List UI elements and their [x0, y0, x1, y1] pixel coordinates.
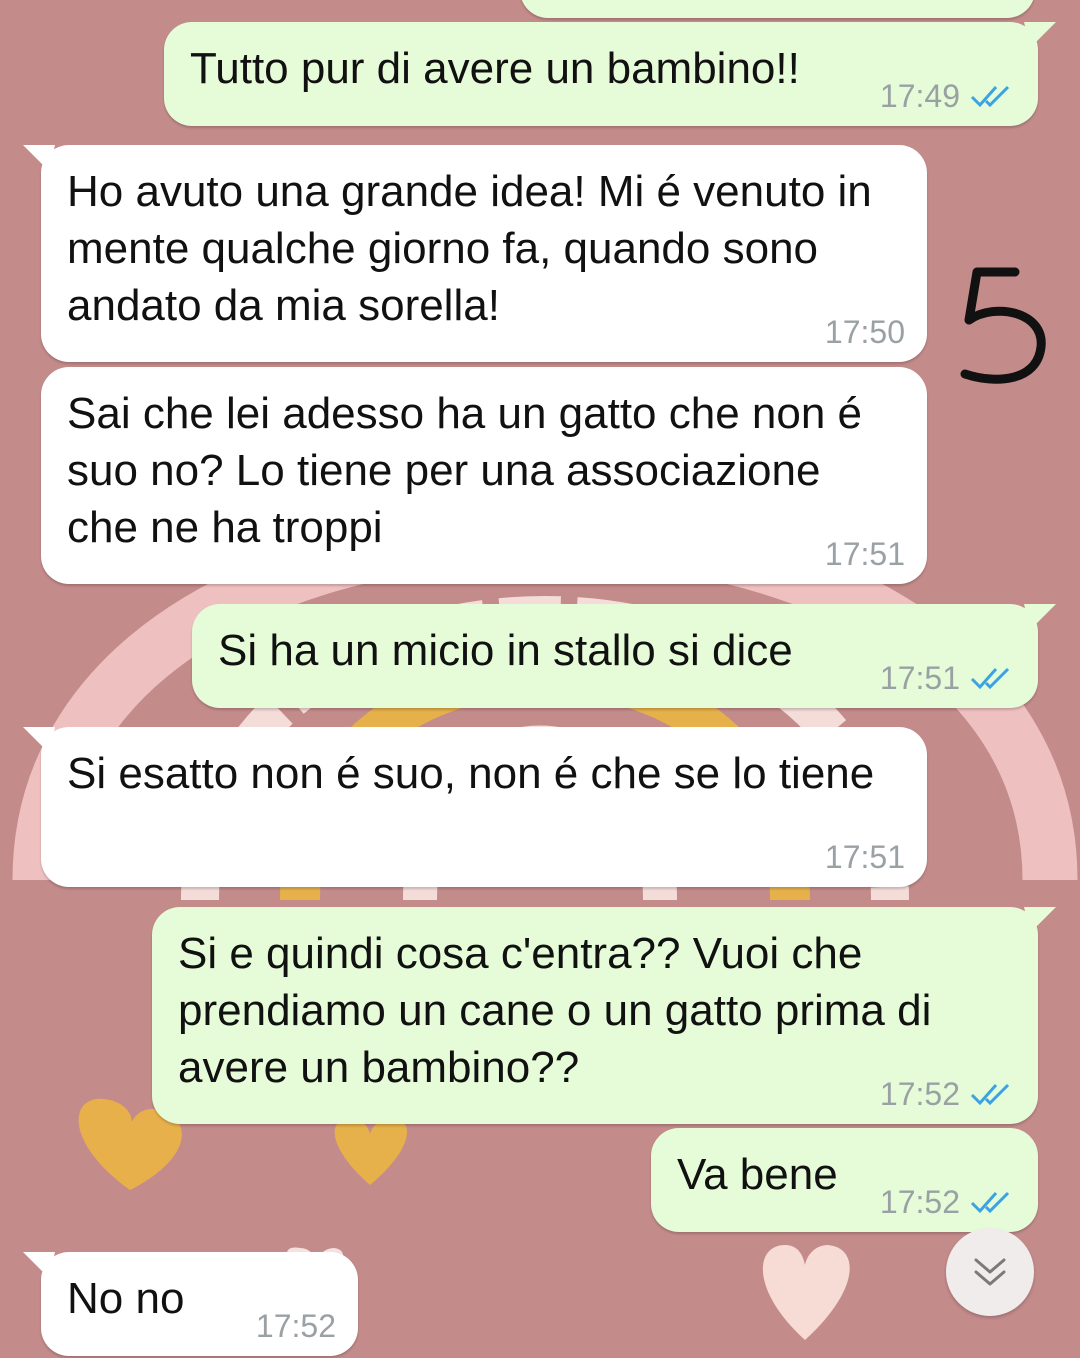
message-text: Si e quindi cosa c'entra?? Vuoi che pren… — [178, 929, 932, 1092]
read-receipt-icon — [970, 85, 1010, 108]
bubble-tail-icon — [23, 145, 55, 171]
message-time: 17:49 — [879, 78, 960, 114]
message-meta: 17:50 — [825, 316, 905, 348]
message-time: 17:51 — [824, 839, 905, 875]
message-meta: 17:52 — [256, 1310, 336, 1342]
message-text: Sai che lei adesso ha un gatto che non é… — [67, 389, 863, 552]
message-time: 17:51 — [824, 536, 905, 572]
message-meta: 17:51 — [825, 538, 905, 570]
bubble-tail-icon — [1024, 22, 1056, 48]
message-time: 17:50 — [824, 314, 905, 350]
message-bubble-incoming[interactable]: Sai che lei adesso ha un gatto che non é… — [41, 367, 927, 584]
bubble-tail-icon — [1024, 604, 1056, 630]
message-bubble-incoming[interactable]: Si esatto non é suo, non é che se lo tie… — [23, 727, 927, 887]
read-receipt-icon — [970, 1191, 1010, 1214]
message-meta: 17:49 — [880, 80, 1016, 112]
bubble-tail-icon — [23, 727, 55, 753]
message-text: Si esatto non é suo, non é che se lo tie… — [67, 749, 875, 798]
message-time: 17:52 — [879, 1076, 960, 1112]
message-bubble-outgoing[interactable]: Va bene 17:52 — [651, 1128, 1038, 1232]
bubble-tail-icon — [23, 1252, 55, 1278]
chat-message-list[interactable]: Tutto pur di avere un bambino!! 17:49 Ho… — [0, 0, 1080, 1358]
message-bubble-incoming[interactable]: No no 17:52 — [23, 1252, 358, 1356]
message-bubble-outgoing[interactable]: Si ha un micio in stallo si dice 17:51 — [192, 604, 1056, 708]
message-bubble-outgoing[interactable]: Tutto pur di avere un bambino!! 17:49 — [164, 22, 1056, 126]
message-text: Ho avuto una grande idea! Mi é venuto in… — [67, 167, 872, 330]
read-receipt-icon — [970, 667, 1010, 690]
message-time: 17:52 — [255, 1308, 336, 1344]
read-receipt-icon — [970, 1083, 1010, 1106]
message-bubble-outgoing[interactable]: Si e quindi cosa c'entra?? Vuoi che pren… — [152, 907, 1056, 1124]
message-meta: 17:51 — [880, 662, 1016, 694]
handwritten-annotation: 5 — [955, 262, 1046, 384]
message-meta: 17:51 — [825, 841, 905, 873]
bubble-tail-icon — [1024, 907, 1056, 933]
annotation-text: 5 — [955, 262, 956, 263]
double-chevron-down-icon — [974, 1258, 1006, 1286]
message-bubble-incoming[interactable]: Ho avuto una grande idea! Mi é venuto in… — [23, 145, 927, 362]
message-time: 17:51 — [879, 660, 960, 696]
message-meta: 17:52 — [880, 1186, 1016, 1218]
scroll-to-bottom-button[interactable] — [946, 1228, 1034, 1316]
message-time: 17:52 — [879, 1184, 960, 1220]
message-meta: 17:52 — [880, 1078, 1016, 1110]
message-bubble-partial — [520, 0, 1035, 18]
